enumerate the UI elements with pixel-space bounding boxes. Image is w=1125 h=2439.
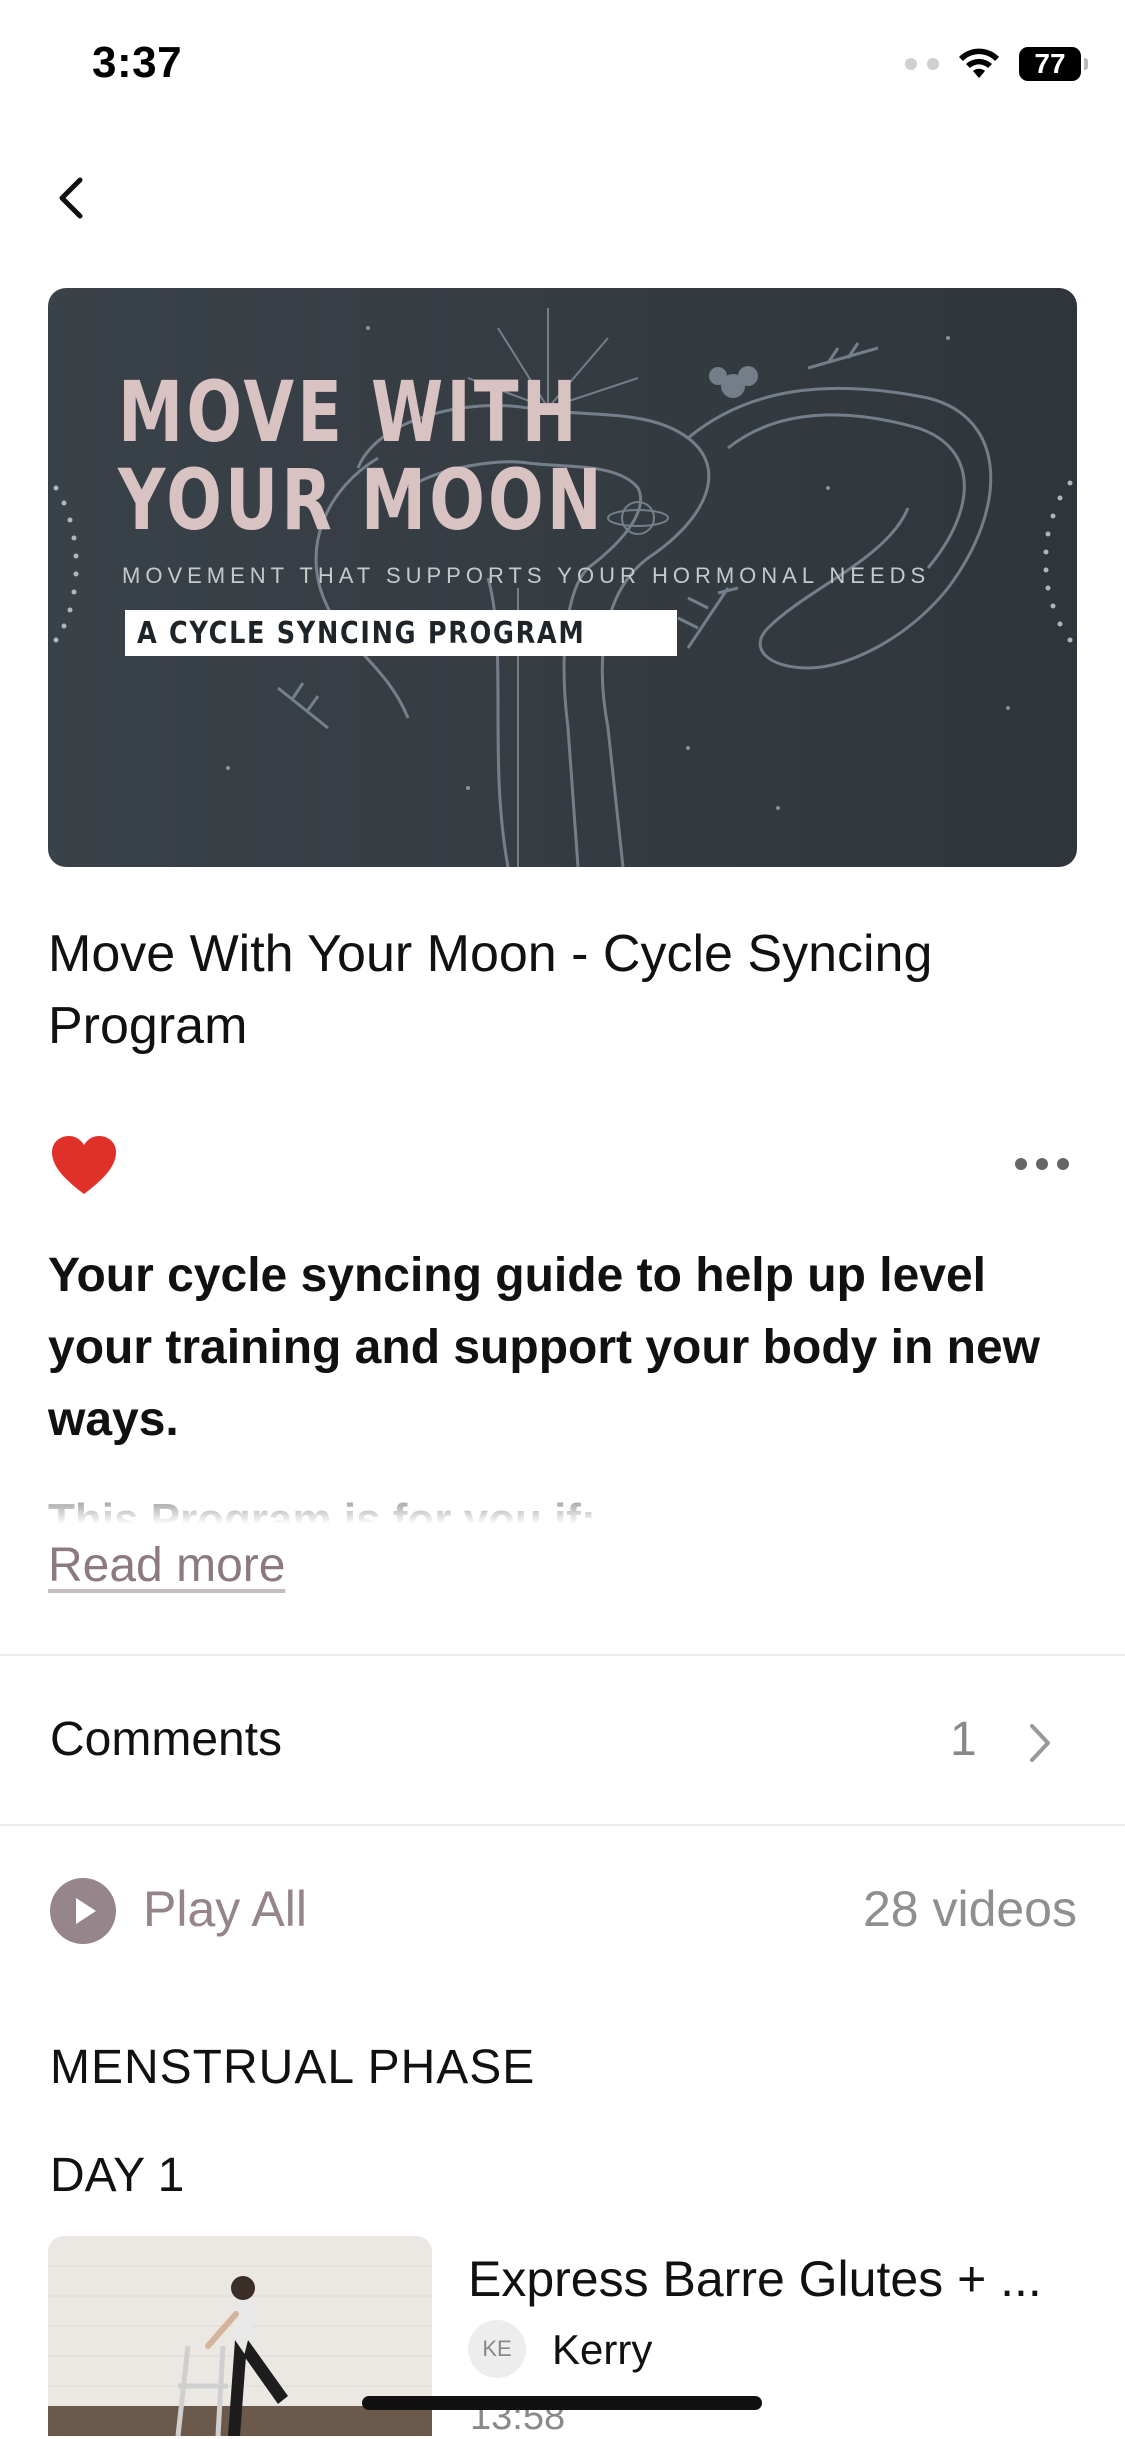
video-count: 28 videos — [862, 1881, 1077, 1937]
more-horizontal-icon[interactable] — [1015, 1158, 1069, 1170]
divider — [0, 1824, 1125, 1826]
avatar: KE — [468, 2320, 526, 2378]
cover-subtitle: MOVEMENT THAT SUPPORTS YOUR HORMONAL NEE… — [122, 563, 931, 588]
cover-title-line-1: MOVE WITH — [118, 363, 580, 461]
comments-label[interactable]: Comments — [50, 1712, 282, 1767]
day-header: DAY 1 — [50, 2149, 185, 2202]
wifi-icon — [959, 48, 999, 78]
status-time: 3:37 — [92, 38, 183, 87]
divider — [0, 1654, 1125, 1656]
cover-badge-label: A CYCLE SYNCING PROGRAM — [137, 615, 586, 651]
chevron-left-icon[interactable] — [52, 168, 92, 228]
program-title: Move With Your Moon - Cycle Syncing Prog… — [48, 925, 933, 1055]
cover-badge: A CYCLE SYNCING PROGRAM — [125, 610, 677, 656]
read-more-link[interactable]: Read more — [48, 1538, 285, 1593]
signal-icon — [905, 58, 939, 70]
video-author: Kerry — [552, 2326, 653, 2373]
battery-icon: 77 — [1019, 47, 1088, 81]
section-header: MENSTRUAL PHASE — [50, 2041, 536, 2094]
battery-level: 77 — [1034, 48, 1066, 79]
cover-title: MOVE WITH YOUR MOON — [118, 368, 605, 544]
play-all-button[interactable]: Play All — [143, 1880, 307, 1938]
video-title[interactable]: Express Barre Glutes + ... — [468, 2250, 1042, 2308]
program-description-more: This Program is for you if: — [48, 1490, 1078, 1524]
heart-icon[interactable] — [50, 1134, 118, 1198]
comments-count: 1 — [950, 1713, 977, 1766]
chevron-right-icon[interactable] — [1024, 1718, 1054, 1768]
program-description: Your cycle syncing guide to help up leve… — [48, 1249, 1041, 1446]
play-circle-icon[interactable] — [50, 1878, 116, 1944]
program-cover-image: MOVE WITH YOUR MOON MOVEMENT THAT SUPPOR… — [48, 288, 1077, 867]
home-indicator[interactable] — [362, 2396, 762, 2410]
status-icons: 77 — [905, 44, 1088, 84]
cover-title-line-2: YOUR MOON — [118, 451, 605, 549]
